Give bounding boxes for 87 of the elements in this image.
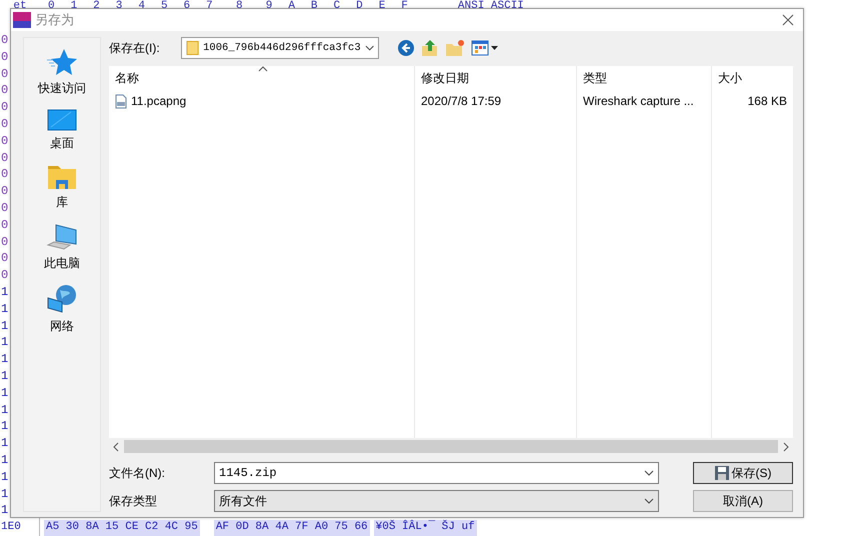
row-offset: 1: [0, 402, 10, 418]
row-offset: 1: [0, 452, 10, 469]
row-offset: 0: [0, 200, 10, 217]
row-offset: 1: [0, 284, 10, 301]
back-button[interactable]: [397, 39, 415, 57]
hex-bytes: AF 0D 8A 4A 7F A0 75 66: [214, 520, 370, 536]
app-icon: [13, 12, 31, 28]
folder-icon: [47, 164, 77, 190]
column-header: 4: [137, 0, 146, 12]
sidebar-item[interactable]: 网络: [44, 282, 80, 337]
row-offset: 1: [0, 418, 10, 436]
text-bytes: ¥0Š ÎÂL•¯ ŠJ uf: [374, 520, 477, 536]
row-offset: 1: [0, 384, 10, 402]
hex-bytes: A5 30 8A 15 CE C2 4C 95: [44, 520, 200, 536]
column-header: A: [287, 0, 296, 12]
row-offset: 0: [0, 267, 10, 284]
file-name-label: 文件名(N):: [109, 464, 166, 482]
file-type-label: 保存类型: [109, 492, 158, 510]
column-header: 3: [114, 0, 124, 12]
column-header: F: [400, 0, 409, 12]
row-offset: 0: [0, 48, 10, 66]
sidebar-item[interactable]: 库: [45, 162, 79, 213]
file-name[interactable]: 11.pcapng: [109, 90, 414, 112]
row-offset: 0: [0, 183, 10, 200]
table-cell-text: 168 KB: [746, 93, 788, 110]
location-label: 保存在(I):: [109, 40, 161, 56]
column-header: B: [310, 0, 319, 12]
column-header: 6: [182, 0, 192, 12]
folder-icon: [186, 40, 200, 56]
table-cell-text: 2020/7/8 17:59: [420, 93, 502, 110]
row-offset: 1: [0, 502, 10, 520]
column-header: D: [355, 0, 364, 12]
row-offset: 1: [0, 300, 10, 318]
close-icon: [782, 14, 794, 26]
row-offset: 1: [0, 486, 10, 502]
column-header: 1: [70, 0, 78, 12]
column-header: C: [332, 0, 342, 12]
floppy-icon: [714, 466, 728, 480]
star-icon: [47, 48, 77, 76]
network-icon: [46, 284, 78, 314]
row-offset: 1: [0, 334, 10, 352]
row-offset: 1: [0, 435, 10, 452]
table-cell-text: Wireshark capture ...: [582, 93, 695, 110]
row-offset: 1: [0, 368, 10, 385]
dropdown-icon[interactable]: [644, 498, 654, 504]
row-offset: 0: [0, 250, 10, 268]
row-offset: 0: [0, 66, 10, 82]
location-dropdown[interactable]: 1006_796b446d296fffca3fc3: [181, 37, 379, 59]
row-offset: 0: [0, 216, 10, 234]
row-offset: 0: [0, 150, 10, 166]
sidebar-item[interactable]: 快速访问: [36, 46, 88, 99]
computer-icon: [46, 223, 78, 251]
row-offset: 0: [0, 234, 10, 250]
column-header: 2: [92, 0, 101, 12]
offset-header: et: [12, 0, 28, 12]
row-offset: 0: [0, 32, 10, 49]
up-folder-button[interactable]: [421, 39, 439, 57]
dropdown-icon[interactable]: [644, 470, 654, 476]
new-folder-button[interactable]: [445, 39, 465, 57]
column-header: 5: [160, 0, 169, 12]
column-header: E: [378, 0, 386, 12]
row-offset: 0: [0, 132, 10, 150]
column-header: 0: [46, 0, 56, 12]
sidebar-item[interactable]: 桌面: [45, 107, 79, 154]
row-offset: 1: [0, 318, 10, 334]
cancel-button[interactable]: 取消(A): [693, 490, 793, 512]
save-button[interactable]: 保存(S): [693, 462, 793, 484]
view-menu-button[interactable]: [471, 40, 499, 56]
file-icon: [115, 94, 127, 108]
folder-name: 1006_796b446d296fffca3fc3: [203, 42, 361, 54]
monitor-icon: [47, 109, 77, 131]
row-offset: 0: [0, 82, 10, 100]
row-offset: 0: [0, 116, 10, 133]
dropdown-icon[interactable]: [364, 45, 374, 51]
file-type-dropdown[interactable]: 所有文件: [214, 490, 659, 512]
window-title: 另存为: [35, 11, 75, 29]
row-offset: 1: [0, 468, 10, 486]
row-offset: 0: [0, 99, 10, 116]
row-offset: 0: [0, 166, 10, 184]
column-header: 9: [264, 0, 274, 12]
file-name-field[interactable]: 1145.zip: [214, 462, 659, 484]
column-header: 7: [205, 0, 214, 12]
text-column-header: ANSI ASCII: [456, 0, 525, 12]
row-offset: 1: [0, 351, 10, 368]
sidebar-item[interactable]: 此电脑: [42, 221, 82, 274]
row-offset: 1E0: [0, 520, 40, 536]
column-header: 8: [234, 0, 244, 12]
